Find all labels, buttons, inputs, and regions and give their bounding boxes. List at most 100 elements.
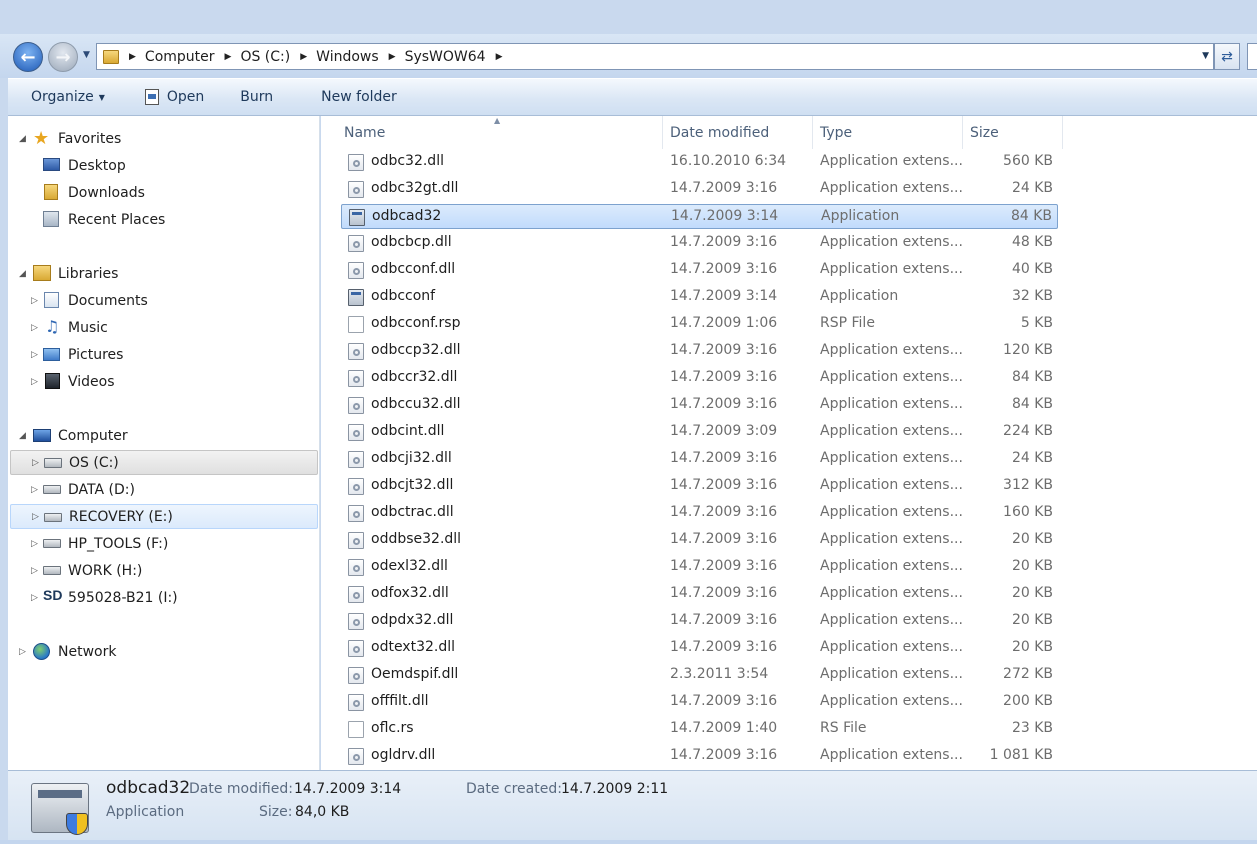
- file-row[interactable]: odbc32.dll 16.10.2010 6:34 Application ext…: [341, 150, 1058, 175]
- app-icon: [348, 289, 364, 306]
- nav-item-drive-e[interactable]: ▷ RECOVERY (E:): [10, 504, 318, 529]
- file-row[interactable]: ogldrv.dll 14.7.2009 3:16 Application exte…: [341, 744, 1058, 769]
- forward-button[interactable]: →: [48, 42, 78, 72]
- nav-item-drive-h[interactable]: ▷ WORK (H:): [8, 558, 320, 583]
- expand-arrow-icon[interactable]: ▷: [31, 377, 38, 387]
- nav-item-drive-c[interactable]: ▷ OS (C:): [10, 450, 318, 475]
- breadcrumb-item-computer[interactable]: Computer: [145, 49, 215, 65]
- dll-icon: [348, 532, 364, 549]
- expand-arrow-icon[interactable]: ▷: [31, 566, 38, 576]
- file-row[interactable]: odbcji32.dll 14.7.2009 3:16 Application ex…: [341, 447, 1058, 472]
- file-row[interactable]: odbccp32.dll 14.7.2009 3:16 Application ex…: [341, 339, 1058, 364]
- nav-item-network[interactable]: ▷ Network: [8, 639, 320, 664]
- refresh-button[interactable]: ⇄: [1214, 43, 1240, 70]
- collapse-arrow-icon[interactable]: ◢: [19, 134, 26, 144]
- file-date-modified: 2.3.2011 3:54: [670, 666, 769, 682]
- file-row[interactable]: odbccu32.dll 14.7.2009 3:16 Application ex…: [341, 393, 1058, 418]
- file-row[interactable]: odbccr32.dll 14.7.2009 3:16 Application ex…: [341, 366, 1058, 391]
- file-row[interactable]: odbcconf.rsp 14.7.2009 1:06 RSP File 5 KB: [341, 312, 1058, 337]
- nav-item-documents[interactable]: ▷ Documents: [8, 288, 320, 313]
- address-history-dropdown-icon[interactable]: ▼: [1202, 51, 1209, 61]
- nav-item-drive-f[interactable]: ▷ HP_TOOLS (F:): [8, 531, 320, 556]
- file-name: odbc32.dll: [371, 153, 444, 169]
- breadcrumb-item-windows[interactable]: Windows: [316, 49, 379, 65]
- file-type: RS File: [820, 720, 867, 736]
- nav-label: Network: [58, 643, 117, 660]
- nav-item-recent-places[interactable]: Recent Places: [8, 207, 320, 232]
- file-size: 20 KB: [1011, 558, 1053, 574]
- expand-arrow-icon[interactable]: ▷: [31, 350, 38, 360]
- column-header-type[interactable]: Type: [813, 116, 963, 149]
- breadcrumb-arrow-icon[interactable]: ▶: [389, 52, 396, 62]
- file-row[interactable]: odbcbcp.dll 14.7.2009 3:16 Application ext…: [341, 231, 1058, 256]
- dll-icon: [348, 586, 364, 603]
- file-row[interactable]: odbcad32 14.7.2009 3:14 Application 84 KB: [341, 204, 1058, 229]
- file-row[interactable]: oflc.rs 14.7.2009 1:40 RS File 23 KB: [341, 717, 1058, 742]
- file-row[interactable]: odbcconf 14.7.2009 3:14 Application 32 KB: [341, 285, 1058, 310]
- file-size: 312 KB: [1003, 477, 1053, 493]
- nav-item-pictures[interactable]: ▷ Pictures: [8, 342, 320, 367]
- breadcrumb-arrow-icon[interactable]: ▶: [129, 52, 136, 62]
- back-button[interactable]: ←: [13, 42, 43, 72]
- expand-arrow-icon[interactable]: ▷: [31, 539, 38, 549]
- nav-item-drive-i[interactable]: ▷ SD 595028-B21 (I:): [8, 585, 320, 610]
- file-row[interactable]: odbcconf.dll 14.7.2009 3:16 Application ex…: [341, 258, 1058, 283]
- file-row[interactable]: odbctrac.dll 14.7.2009 3:16 Application ex…: [341, 501, 1058, 526]
- column-header-name[interactable]: Name: [336, 116, 663, 149]
- file-name: odbcconf.rsp: [371, 315, 461, 331]
- file-row[interactable]: odbcint.dll 14.7.2009 3:09 Application ext…: [341, 420, 1058, 445]
- expand-arrow-icon[interactable]: ▷: [31, 593, 38, 603]
- nav-item-drive-d[interactable]: ▷ DATA (D:): [8, 477, 320, 502]
- recent-pages-dropdown[interactable]: ▼: [83, 50, 93, 62]
- file-row[interactable]: odbc32gt.dll 14.7.2009 3:16 Application ex…: [341, 177, 1058, 202]
- expand-arrow-icon[interactable]: ▷: [31, 296, 38, 306]
- music-icon: ♫: [45, 317, 60, 336]
- file-row[interactable]: odfox32.dll 14.7.2009 3:16 Application ext…: [341, 582, 1058, 607]
- expand-arrow-icon[interactable]: ▷: [19, 647, 26, 657]
- nav-label: Pictures: [68, 346, 124, 363]
- address-bar[interactable]: ▶ Computer ▶ OS (C:) ▶ Windows ▶ SysWOW6…: [96, 43, 1214, 70]
- expand-arrow-icon[interactable]: ▷: [31, 323, 38, 333]
- file-date-modified: 14.7.2009 3:16: [670, 369, 778, 385]
- file-row[interactable]: offfilt.dll 14.7.2009 3:16 Application ext…: [341, 690, 1058, 715]
- nav-item-music[interactable]: ▷ ♫ Music: [8, 315, 320, 340]
- file-row[interactable]: Oemdspif.dll 2.3.2011 3:54 Application ext…: [341, 663, 1058, 688]
- file-row[interactable]: oddbse32.dll 14.7.2009 3:16 Application ex…: [341, 528, 1058, 553]
- nav-item-libraries[interactable]: ◢ Libraries: [8, 261, 320, 286]
- dll-icon: [348, 478, 364, 495]
- expand-arrow-icon[interactable]: ▷: [32, 458, 39, 468]
- nav-item-computer[interactable]: ◢ Computer: [8, 423, 320, 448]
- forward-arrow-icon: →: [55, 46, 71, 68]
- collapse-arrow-icon[interactable]: ◢: [19, 269, 26, 279]
- breadcrumb-item-os-c[interactable]: OS (C:): [240, 49, 290, 65]
- nav-item-videos[interactable]: ▷ Videos: [8, 369, 320, 394]
- drive-icon: [44, 513, 62, 522]
- organize-button[interactable]: Organize ▼: [21, 84, 115, 110]
- file-row[interactable]: odexl32.dll 14.7.2009 3:16 Application ext…: [341, 555, 1058, 580]
- search-input[interactable]: [1247, 43, 1257, 70]
- column-header-date-modified[interactable]: Date modified: [663, 116, 813, 149]
- breadcrumb-arrow-icon[interactable]: ▶: [496, 52, 503, 62]
- details-date-created-label: Date created:: [466, 781, 562, 797]
- file-type: Application extens...: [820, 585, 962, 601]
- file-size: 20 KB: [1011, 585, 1053, 601]
- new-folder-button[interactable]: New folder: [311, 84, 407, 110]
- nav-item-desktop[interactable]: Desktop: [8, 153, 320, 178]
- breadcrumb-item-syswow64[interactable]: SysWOW64: [405, 49, 486, 65]
- collapse-arrow-icon[interactable]: ◢: [19, 431, 26, 441]
- nav-label: OS (C:): [69, 454, 119, 471]
- breadcrumb-arrow-icon[interactable]: ▶: [225, 52, 232, 62]
- file-row[interactable]: odtext32.dll 14.7.2009 3:16 Application ex…: [341, 636, 1058, 661]
- file-date-modified: 16.10.2010 6:34: [670, 153, 787, 169]
- open-button[interactable]: Open: [135, 84, 214, 110]
- burn-button[interactable]: Burn: [230, 84, 283, 110]
- file-row[interactable]: odpdx32.dll 14.7.2009 3:16 Application ext…: [341, 609, 1058, 634]
- nav-label: HP_TOOLS (F:): [68, 535, 169, 552]
- file-row[interactable]: odbcjt32.dll 14.7.2009 3:16 Application ex…: [341, 474, 1058, 499]
- breadcrumb-arrow-icon[interactable]: ▶: [300, 52, 307, 62]
- column-header-size[interactable]: Size: [963, 116, 1063, 149]
- expand-arrow-icon[interactable]: ▷: [32, 512, 39, 522]
- nav-item-favorites[interactable]: ◢ ★ Favorites: [8, 126, 320, 151]
- expand-arrow-icon[interactable]: ▷: [31, 485, 38, 495]
- nav-item-downloads[interactable]: Downloads: [8, 180, 320, 205]
